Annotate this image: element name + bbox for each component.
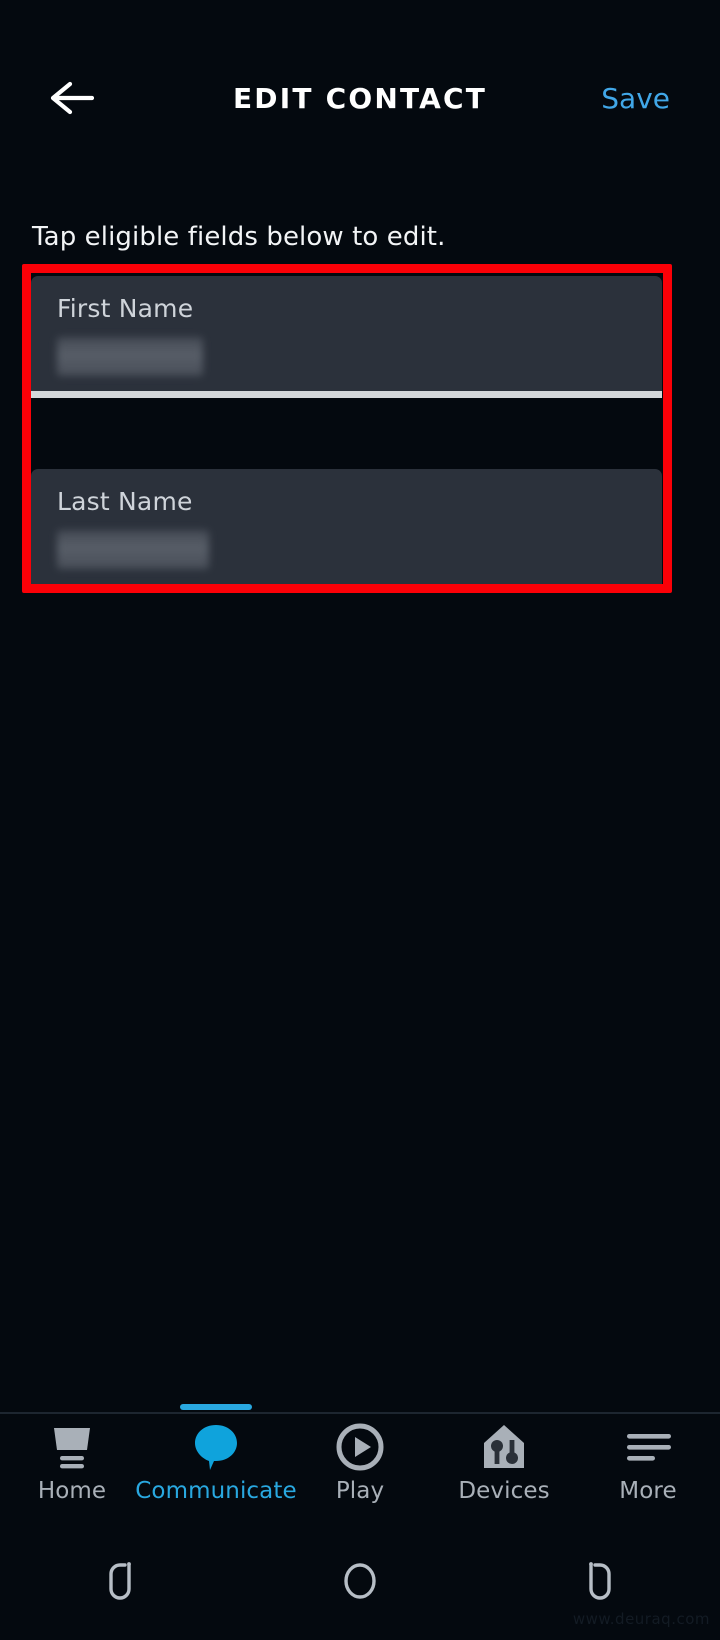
- tab-more-label: More: [619, 1478, 677, 1504]
- tab-devices[interactable]: Devices: [432, 1414, 576, 1522]
- back-button[interactable]: [40, 66, 104, 130]
- hamburger-menu-icon: [621, 1422, 675, 1472]
- tab-play-label: Play: [335, 1478, 385, 1504]
- watermark-text: www.deuraq.com: [572, 1610, 710, 1628]
- first-name-field[interactable]: First Name: [31, 276, 662, 398]
- recents-button[interactable]: [60, 1536, 180, 1626]
- first-name-label: First Name: [57, 294, 194, 323]
- contact-form: First Name Last Name: [31, 276, 662, 591]
- tab-devices-label: Devices: [458, 1478, 550, 1504]
- first-name-underline: [31, 391, 662, 398]
- instruction-text: Tap eligible fields below to edit.: [32, 222, 446, 252]
- recents-icon: [109, 1562, 131, 1600]
- back-icon: [589, 1562, 611, 1600]
- tab-home-label: Home: [37, 1478, 107, 1504]
- last-name-value-redacted: [57, 530, 209, 569]
- app-screen: EDIT CONTACT Save Tap eligible fields be…: [0, 0, 720, 1640]
- monitor-icon: [46, 1422, 98, 1472]
- first-name-value-redacted: [57, 337, 203, 376]
- tab-more[interactable]: More: [576, 1414, 720, 1522]
- tab-communicate-label: Communicate: [135, 1478, 297, 1504]
- tab-communicate[interactable]: Communicate: [135, 1404, 297, 1522]
- active-tab-indicator: [180, 1404, 252, 1410]
- home-circle-icon: [344, 1563, 376, 1599]
- smart-home-icon: [479, 1422, 529, 1472]
- tab-home[interactable]: Home: [0, 1414, 144, 1522]
- last-name-field[interactable]: Last Name: [31, 469, 662, 591]
- tab-play[interactable]: Play: [288, 1414, 432, 1522]
- home-button[interactable]: [300, 1536, 420, 1626]
- bottom-tab-bar: Home Communicate Play Devices More: [0, 1404, 720, 1522]
- arrow-left-icon: [50, 81, 94, 115]
- speech-bubble-icon: [190, 1422, 242, 1472]
- last-name-underline: [31, 585, 662, 591]
- save-button[interactable]: Save: [597, 76, 674, 121]
- play-circle-icon: [335, 1422, 385, 1472]
- last-name-label: Last Name: [57, 487, 193, 516]
- app-header: EDIT CONTACT Save: [0, 0, 720, 196]
